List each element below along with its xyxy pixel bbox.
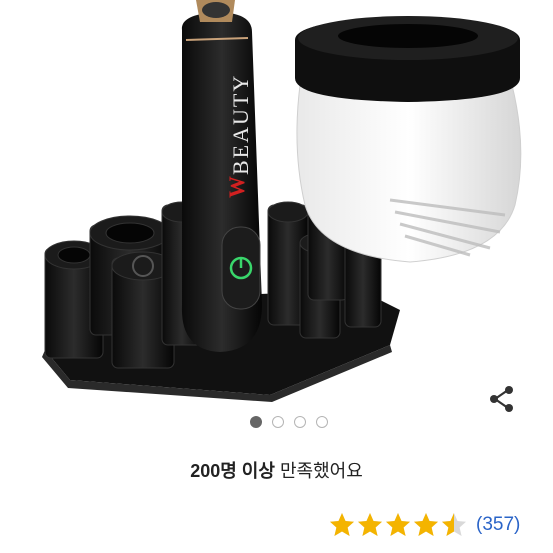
star-icon — [414, 513, 438, 536]
share-button[interactable] — [484, 381, 520, 417]
star-icon — [330, 513, 354, 536]
satisfaction-count: 200명 이상 — [190, 461, 275, 481]
carousel-dot[interactable] — [249, 416, 262, 428]
brand-initial: W — [224, 176, 249, 198]
carousel-dot[interactable] — [315, 416, 328, 428]
satisfaction-text: 만족했어요 — [279, 461, 363, 481]
product-image: BEAUTY W — [42, 0, 522, 402]
brand-text: BEAUTY — [228, 74, 253, 175]
carousel-indicator — [0, 416, 553, 428]
star-icon — [386, 513, 410, 536]
star-icon — [442, 513, 466, 536]
carousel-dot[interactable] — [271, 416, 284, 428]
carousel-dot[interactable] — [293, 416, 306, 428]
star-icon — [358, 513, 382, 536]
share-icon — [490, 386, 513, 412]
star-rating — [328, 511, 468, 539]
review-count[interactable]: (357) — [476, 514, 520, 536]
satisfaction-summary: 200명 이상 만족했어요 — [0, 457, 553, 483]
review-rating[interactable]: (357) — [328, 510, 520, 540]
